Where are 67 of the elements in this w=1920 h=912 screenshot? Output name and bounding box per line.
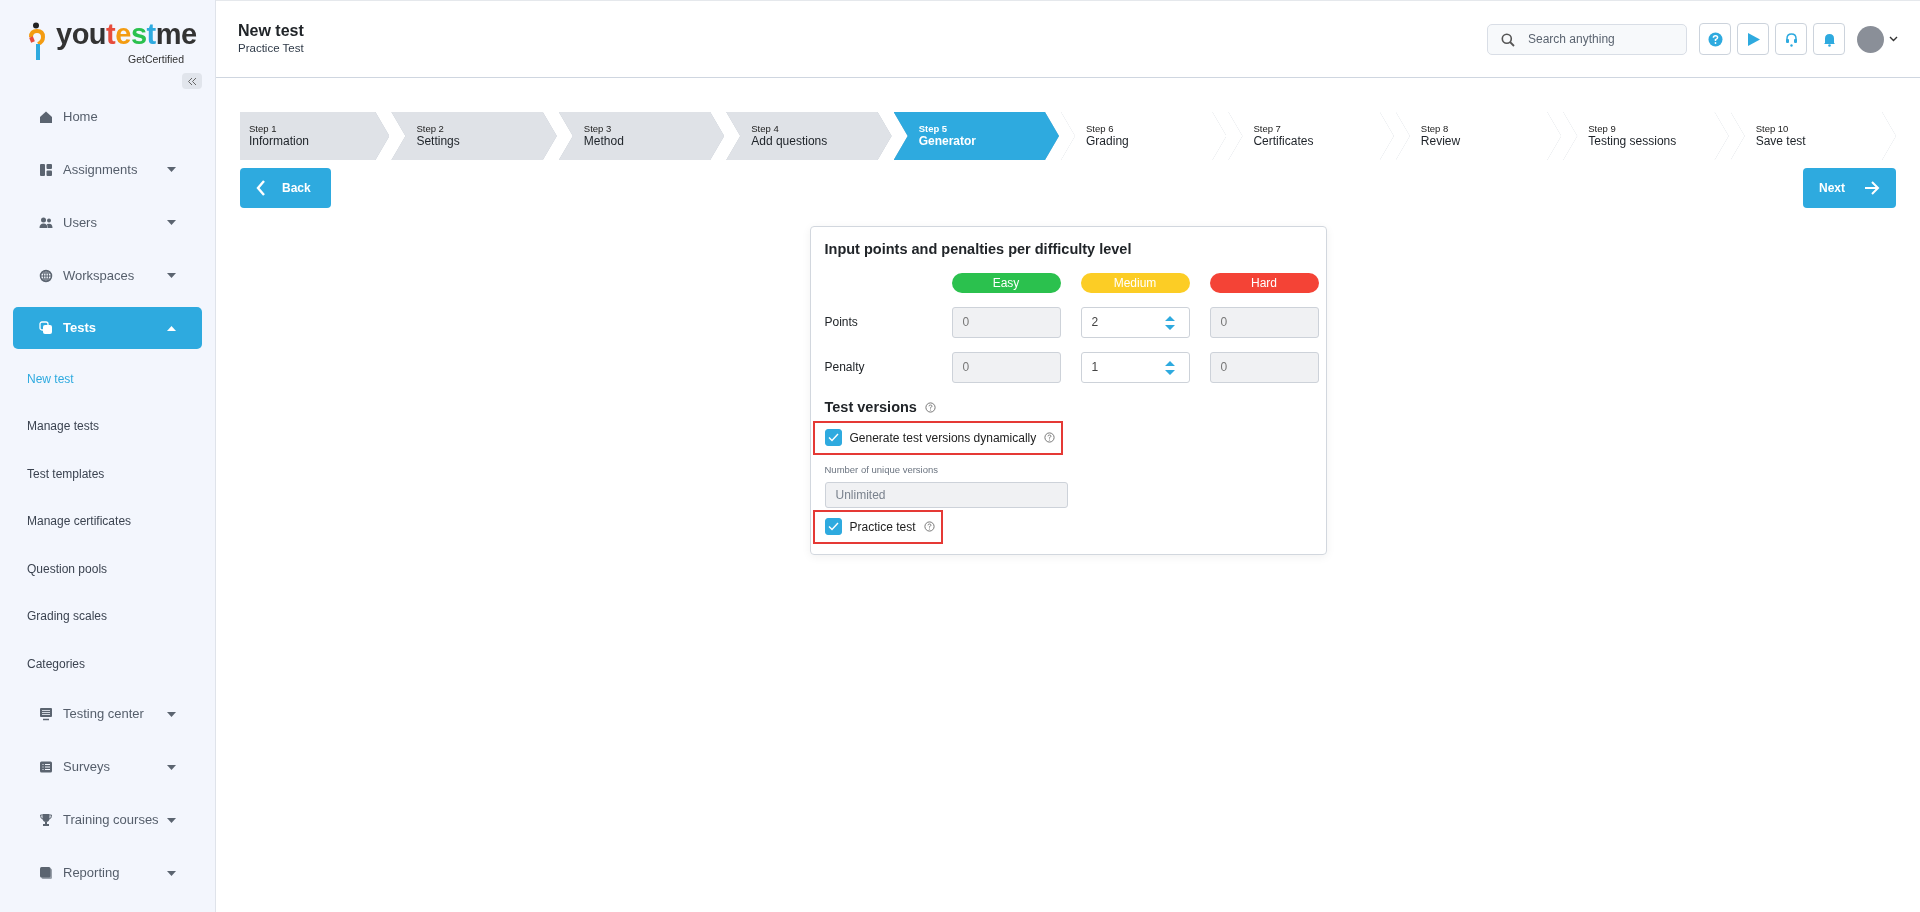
spinner-arrows-icon[interactable]	[1163, 359, 1176, 376]
arrow-right-icon	[1864, 181, 1880, 195]
help-icon	[924, 402, 936, 414]
submenu-item[interactable]: Grading scales	[0, 592, 215, 640]
sidebar-item[interactable]: Assignments	[13, 143, 202, 196]
dashboard-icon	[39, 162, 53, 177]
field-label: Number of unique versions	[824, 462, 940, 477]
headset-icon	[1783, 31, 1799, 47]
help-button[interactable]	[1699, 23, 1731, 55]
checkbox-label: Generate test versions dynamically	[849, 429, 1037, 447]
help-icon	[923, 521, 935, 533]
chevron-down-icon[interactable]	[1889, 36, 1898, 42]
difficulty-label: Easy	[951, 272, 1061, 293]
logo-tagline: GetCertified	[128, 52, 185, 67]
double-chevron-icon	[187, 76, 197, 86]
trophy-icon	[39, 813, 53, 827]
wizard-step[interactable]: Step 1 Information	[240, 112, 390, 160]
globe-icon	[39, 268, 53, 283]
spinner-arrows-icon[interactable]	[1163, 314, 1176, 331]
checkbox[interactable]	[824, 518, 842, 536]
difficulty-label: Medium	[1080, 272, 1190, 293]
sidebar-item[interactable]: Users	[13, 196, 202, 249]
help-icon	[1044, 432, 1056, 443]
page-title: New test	[238, 20, 305, 40]
sidebar-item[interactable]: Workspaces	[13, 249, 202, 302]
support-button[interactable]	[1775, 23, 1807, 55]
sidebar-item[interactable]: Surveys	[13, 740, 202, 794]
number-field[interactable]: 1	[1080, 351, 1190, 383]
check-icon	[827, 433, 839, 442]
sidebar-item[interactable]: Home	[13, 90, 202, 143]
sidebar-item[interactable]: Testing center	[13, 687, 202, 741]
search-icon	[1501, 32, 1515, 47]
wizard-step[interactable]: Step 2 Settings	[391, 112, 557, 160]
logo-icon	[29, 22, 45, 62]
users-icon	[39, 215, 53, 230]
help-icon	[1707, 31, 1723, 47]
row-label: Points	[824, 314, 859, 332]
submenu-item[interactable]: Manage tests	[0, 402, 215, 450]
section-title: Test versions	[824, 397, 917, 417]
notifications-button[interactable]	[1813, 23, 1845, 55]
collapse-button[interactable]	[182, 73, 202, 89]
submenu-item[interactable]: Test templates	[0, 450, 215, 498]
submenu-item[interactable]: Manage certificates	[0, 497, 215, 545]
row-label: Penalty	[824, 359, 866, 377]
sidebar-item[interactable]: Reporting	[13, 846, 202, 900]
page-subtitle: Practice Test	[238, 40, 305, 56]
play-icon	[1745, 31, 1761, 47]
list-icon	[39, 760, 53, 774]
submenu-item[interactable]: Categories	[0, 640, 215, 688]
avatar-placeholder[interactable]	[1857, 25, 1884, 53]
wizard-step[interactable]: Step 3 Method	[558, 112, 725, 160]
number-field[interactable]: 2	[1080, 306, 1190, 338]
monitor-icon	[39, 707, 53, 721]
checkbox[interactable]	[824, 429, 842, 446]
chevron-left-icon	[256, 180, 266, 196]
card-title: Input points and penalties per difficulty level	[824, 240, 1133, 259]
play-button[interactable]	[1737, 23, 1769, 55]
sidebar-item[interactable]: Training courses	[13, 793, 202, 847]
copies-icon	[39, 321, 53, 335]
check-icon	[827, 522, 839, 532]
search-field[interactable]: Search anything	[1487, 23, 1687, 55]
wizard-step[interactable]: Step 4 Add questions	[726, 112, 892, 160]
difficulty-label: Hard	[1209, 272, 1319, 293]
logo-text: youtestme	[56, 20, 197, 49]
home-icon	[39, 109, 53, 124]
submenu-item[interactable]: Question pools	[0, 545, 215, 593]
checkbox-label: Practice test	[849, 518, 916, 536]
